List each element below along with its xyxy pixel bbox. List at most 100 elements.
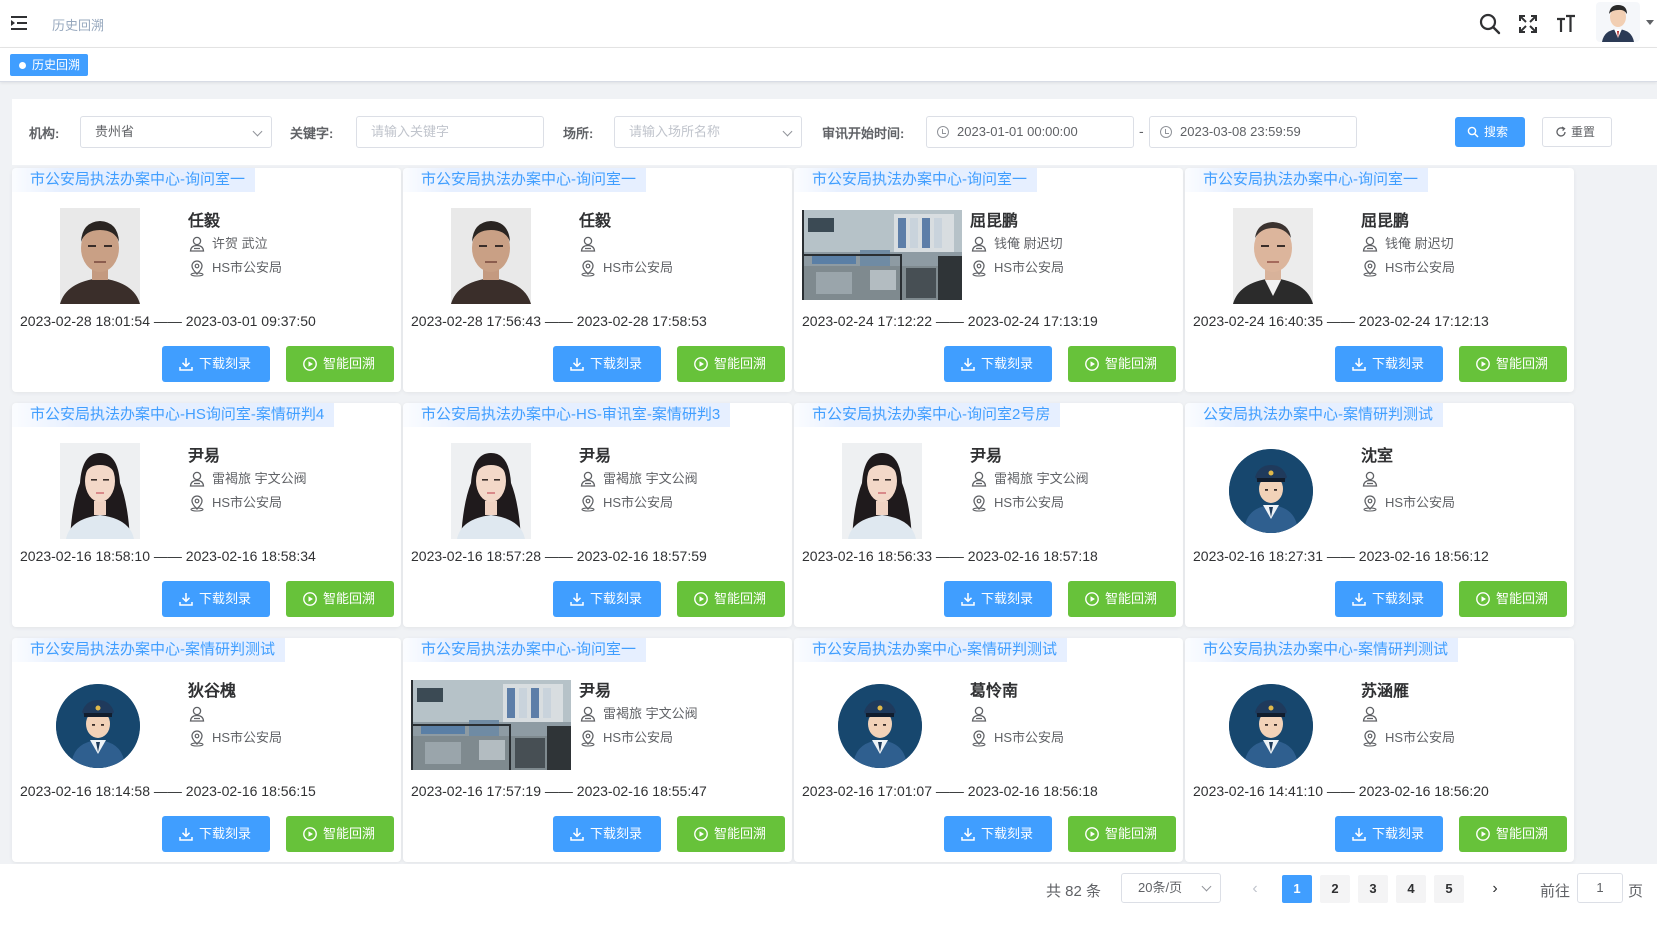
- record-card[interactable]: 市公安局执法办案中心-询问室一 屈昆鹏 钱俺 尉迟切 HS市公安局 2023-02-24…: [794, 168, 1183, 392]
- place-select[interactable]: 请输入场所名称: [614, 116, 802, 148]
- location-icon: [190, 495, 204, 512]
- download-record-button[interactable]: 下载刻录: [162, 816, 270, 852]
- location-icon: [972, 730, 986, 747]
- search-icon[interactable]: [1478, 12, 1502, 36]
- smart-playback-button[interactable]: 智能回溯: [677, 581, 785, 617]
- session-time-range: 2023-02-24 17:12:22 —— 2023-02-24 17:13:…: [802, 313, 1098, 329]
- prev-page-button[interactable]: ‹: [1240, 875, 1270, 903]
- person-icon: [971, 236, 987, 252]
- location-icon: [1363, 495, 1377, 512]
- org-select[interactable]: 贵州省: [80, 116, 272, 148]
- tags-view: 历史回溯: [0, 48, 1657, 82]
- download-record-button[interactable]: 下载刻录: [553, 346, 661, 382]
- search-button[interactable]: 搜索: [1455, 117, 1525, 147]
- download-record-button[interactable]: 下载刻录: [1335, 581, 1443, 617]
- subject-name: 尹易: [579, 683, 612, 700]
- download-record-button[interactable]: 下载刻录: [553, 581, 661, 617]
- person-icon: [580, 471, 596, 487]
- org-label: 机构:: [29, 126, 60, 141]
- record-card[interactable]: 市公安局执法办案中心-HS-审讯室-案情研判3 尹易 雷褐旅 宇文公阀 HS市公安局 2…: [403, 403, 792, 627]
- police-unit: HS市公安局: [579, 259, 673, 277]
- smart-playback-button[interactable]: 智能回溯: [1459, 581, 1567, 617]
- download-record-button[interactable]: 下载刻录: [1335, 346, 1443, 382]
- subject-name: 任毅: [188, 213, 221, 230]
- page-button-4[interactable]: 4: [1396, 875, 1426, 903]
- page-button-3[interactable]: 3: [1358, 875, 1388, 903]
- person-icon: [189, 471, 205, 487]
- person-icon: [1362, 471, 1378, 487]
- playback-icon: [303, 827, 317, 841]
- download-record-button[interactable]: 下载刻录: [553, 816, 661, 852]
- police-unit: HS市公安局: [1361, 729, 1455, 747]
- card-location-title: 公安局执法办案中心-案情研判测试: [1185, 403, 1443, 427]
- keyword-input[interactable]: 请输入关键字: [356, 116, 544, 148]
- record-card[interactable]: 市公安局执法办案中心-询问室2号房 尹易 雷褐旅 宇文公阀 HS市公安局 2023-02…: [794, 403, 1183, 627]
- smart-playback-button[interactable]: 智能回溯: [1459, 346, 1567, 382]
- breadcrumb: 历史回溯: [52, 18, 105, 33]
- record-card[interactable]: 市公安局执法办案中心-案情研判测试 苏涵雁 HS市公安局 2023-02-16 14:…: [1185, 638, 1574, 862]
- person-icon: [1362, 236, 1378, 252]
- record-card[interactable]: 市公安局执法办案中心-询问室一 任毅 HS市公安局 2023-02-28 17:56:…: [403, 168, 792, 392]
- page-button-5[interactable]: 5: [1434, 875, 1464, 903]
- download-record-button[interactable]: 下载刻录: [944, 816, 1052, 852]
- smart-playback-button[interactable]: 智能回溯: [677, 816, 785, 852]
- record-card[interactable]: 市公安局执法办案中心-询问室一 任毅 许贺 武泣 HS市公安局 2023-02-28 1…: [12, 168, 401, 392]
- end-time-input[interactable]: 2023-03-08 23:59:59: [1149, 116, 1357, 148]
- smart-playback-button[interactable]: 智能回溯: [286, 816, 394, 852]
- download-icon: [1352, 828, 1366, 841]
- subject-photo: [802, 210, 962, 300]
- playback-icon: [303, 592, 317, 606]
- goto-page-input[interactable]: 1: [1577, 873, 1623, 903]
- download-icon: [179, 358, 193, 371]
- chevron-down-icon[interactable]: [1646, 20, 1654, 25]
- smart-playback-button[interactable]: 智能回溯: [1068, 581, 1176, 617]
- page-suffix: 页: [1628, 883, 1644, 900]
- tag-history[interactable]: 历史回溯: [10, 54, 89, 76]
- subject-name: 屈昆鹏: [970, 213, 1019, 230]
- subject-photo: [60, 208, 140, 304]
- record-card[interactable]: 市公安局执法办案中心-询问室一 尹易 雷褐旅 宇文公阀 HS市公安局 2023-02-1…: [403, 638, 792, 862]
- download-record-button[interactable]: 下载刻录: [944, 346, 1052, 382]
- download-record-button[interactable]: 下载刻录: [1335, 816, 1443, 852]
- page-button-2[interactable]: 2: [1320, 875, 1350, 903]
- next-page-button[interactable]: ›: [1480, 875, 1510, 903]
- download-record-button[interactable]: 下载刻录: [162, 346, 270, 382]
- card-location-title: 市公安局执法办案中心-询问室一: [12, 168, 255, 192]
- start-time-input[interactable]: 2023-01-01 00:00:00: [926, 116, 1134, 148]
- person-icon: [971, 471, 987, 487]
- end-time-value: 2023-03-08 23:59:59: [1180, 124, 1301, 139]
- page-button-1[interactable]: 1: [1282, 875, 1312, 903]
- session-time-range: 2023-02-16 17:01:07 —— 2023-02-16 18:56:…: [802, 783, 1098, 799]
- menu-icon[interactable]: [10, 14, 30, 32]
- card-location-title: 市公安局执法办案中心-案情研判测试: [1185, 638, 1458, 662]
- card-location-title: 市公安局执法办案中心-案情研判测试: [12, 638, 285, 662]
- smart-playback-button[interactable]: 智能回溯: [1459, 816, 1567, 852]
- smart-playback-button[interactable]: 智能回溯: [1068, 816, 1176, 852]
- record-card[interactable]: 市公安局执法办案中心-案情研判测试 狄谷槐 HS市公安局 2023-02-16 18:…: [12, 638, 401, 862]
- reset-button[interactable]: 重置: [1542, 117, 1612, 147]
- user-avatar[interactable]: [1596, 2, 1640, 42]
- playback-icon: [694, 592, 708, 606]
- record-card[interactable]: 市公安局执法办案中心-询问室一 屈昆鹏 钱俺 尉迟切 HS市公安局 2023-02-24…: [1185, 168, 1574, 392]
- session-time-range: 2023-02-16 14:41:10 —— 2023-02-16 18:56:…: [1193, 783, 1489, 799]
- font-size-icon[interactable]: [1554, 12, 1578, 36]
- playback-icon: [1476, 592, 1490, 606]
- fullscreen-icon[interactable]: [1516, 12, 1540, 36]
- download-record-button[interactable]: 下载刻录: [162, 581, 270, 617]
- smart-playback-button[interactable]: 智能回溯: [286, 346, 394, 382]
- record-card[interactable]: 市公安局执法办案中心-HS询问室-案情研判4 尹易 雷褐旅 宇文公阀 HS市公安局 20…: [12, 403, 401, 627]
- download-record-button[interactable]: 下载刻录: [944, 581, 1052, 617]
- record-card[interactable]: 公安局执法办案中心-案情研判测试 沈室 HS市公安局 2023-02-16 18:27…: [1185, 403, 1574, 627]
- place-label: 场所:: [563, 126, 594, 141]
- session-time-range: 2023-02-28 18:01:54 —— 2023-03-01 09:37:…: [20, 313, 316, 329]
- interrogators: [188, 705, 212, 723]
- smart-playback-button[interactable]: 智能回溯: [677, 346, 785, 382]
- smart-playback-button[interactable]: 智能回溯: [1068, 346, 1176, 382]
- interrogators: [1361, 705, 1385, 723]
- subject-photo: [1229, 449, 1313, 533]
- record-card[interactable]: 市公安局执法办案中心-案情研判测试 葛怜南 HS市公安局 2023-02-16 17:…: [794, 638, 1183, 862]
- person-icon: [580, 706, 596, 722]
- subject-name: 尹易: [188, 448, 221, 465]
- page-size-select[interactable]: 20条/页: [1121, 873, 1221, 903]
- smart-playback-button[interactable]: 智能回溯: [286, 581, 394, 617]
